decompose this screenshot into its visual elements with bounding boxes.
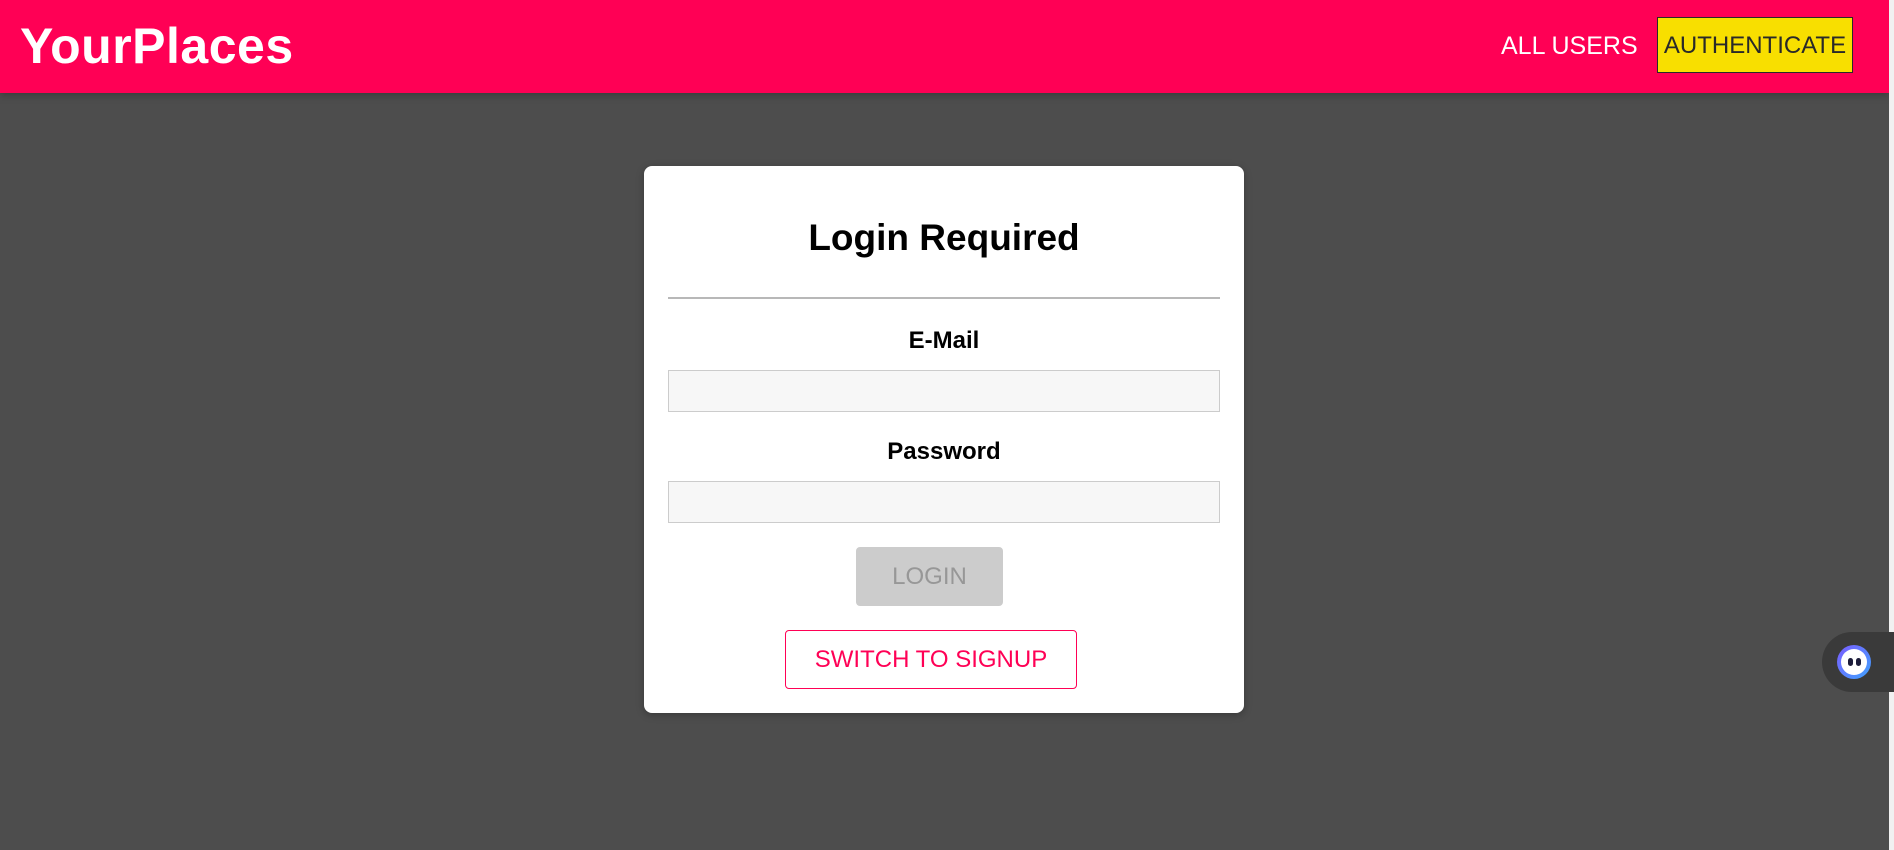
password-input[interactable]: [668, 481, 1220, 523]
auth-card: Login Required E-Mail Password LOGIN SWI…: [644, 166, 1244, 713]
assistant-eye-left: [1848, 658, 1853, 666]
login-button[interactable]: LOGIN: [856, 547, 1003, 606]
main-header: YourPlaces ALL USERS AUTHENTICATE: [0, 0, 1889, 93]
password-label: Password: [887, 438, 1001, 465]
assistant-face-inner: [1841, 649, 1867, 675]
assistant-widget-button[interactable]: [1822, 632, 1894, 692]
nav-all-users-link[interactable]: ALL USERS: [1501, 17, 1638, 75]
auth-card-divider: [668, 297, 1220, 299]
page-scrollbar[interactable]: [1889, 0, 1894, 850]
assistant-face-icon: [1837, 645, 1871, 679]
email-label: E-Mail: [908, 327, 980, 354]
brand-logo-link[interactable]: YourPlaces: [20, 17, 294, 75]
auth-card-title: Login Required: [808, 217, 1080, 258]
switch-to-signup-button[interactable]: SWITCH TO SIGNUP: [785, 630, 1077, 689]
assistant-eye-right: [1856, 658, 1861, 666]
email-input[interactable]: [668, 370, 1220, 412]
nav-authenticate-link[interactable]: AUTHENTICATE: [1657, 17, 1853, 73]
